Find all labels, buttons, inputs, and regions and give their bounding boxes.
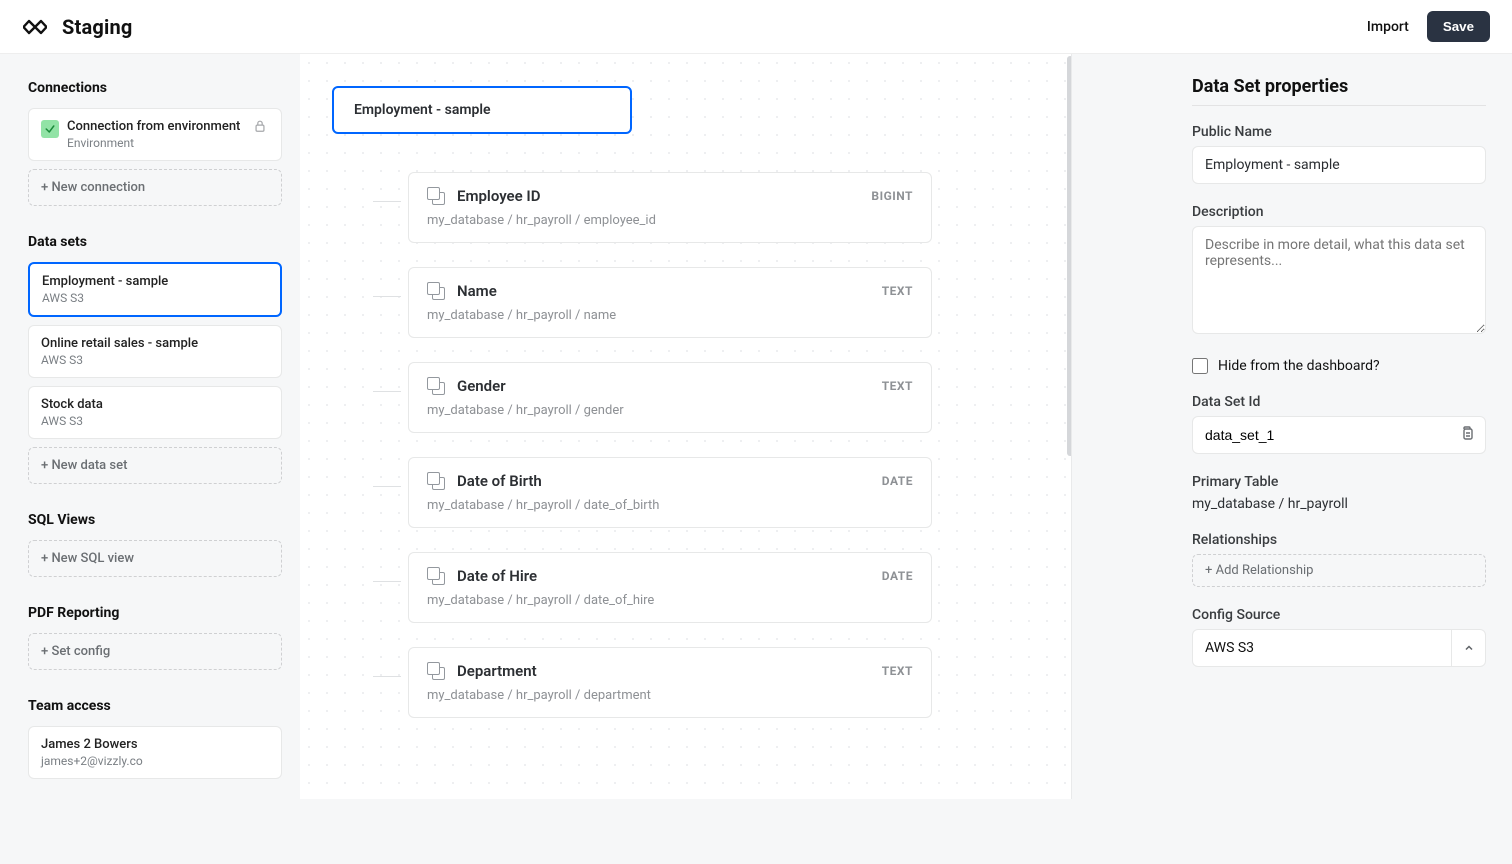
- add-relationship-button[interactable]: + Add Relationship: [1192, 554, 1486, 587]
- lock-icon: [253, 119, 267, 137]
- relationships-label: Relationships: [1192, 532, 1486, 548]
- field-type: BIGINT: [871, 189, 913, 203]
- public-name-label: Public Name: [1192, 124, 1486, 140]
- field-node[interactable]: Date of Birth DATE my_database / hr_payrol…: [408, 457, 932, 528]
- primary-table-label: Primary Table: [1192, 474, 1486, 490]
- field-name: Date of Birth: [457, 472, 542, 490]
- field-type: DATE: [882, 474, 913, 488]
- config-source-label: Config Source: [1192, 607, 1486, 623]
- scrollbar[interactable]: [1067, 56, 1072, 456]
- dataset-item[interactable]: Employment - sample AWS S3: [28, 262, 282, 317]
- field-name: Name: [457, 282, 497, 300]
- save-button[interactable]: Save: [1427, 11, 1490, 42]
- app-logo: [22, 14, 48, 40]
- field-path: my_database / hr_payroll / name: [427, 308, 913, 323]
- team-heading: Team access: [28, 698, 282, 714]
- dataset-node-title: Employment - sample: [354, 102, 491, 118]
- description-input[interactable]: [1192, 226, 1486, 334]
- public-name-input[interactable]: [1192, 146, 1486, 184]
- new-sqlview-button[interactable]: + New SQL view: [28, 540, 282, 577]
- stack-icon: [427, 282, 445, 300]
- field-type: TEXT: [882, 379, 913, 393]
- field-node[interactable]: Name TEXT my_database / hr_payroll / name: [408, 267, 932, 338]
- properties-panel: Data Set properties Public Name Descript…: [1182, 54, 1512, 864]
- pdf-config-button[interactable]: + Set config: [28, 633, 282, 670]
- field-type: TEXT: [882, 284, 913, 298]
- new-dataset-button[interactable]: + New data set: [28, 447, 282, 484]
- dataset-item[interactable]: Online retail sales - sample AWS S3: [28, 325, 282, 378]
- field-path: my_database / hr_payroll / date_of_birth: [427, 498, 913, 513]
- dataset-name: Online retail sales - sample: [41, 336, 269, 351]
- hide-checkbox[interactable]: [1192, 358, 1208, 374]
- page-title: Staging: [62, 15, 133, 39]
- connection-subtitle: Environment: [67, 136, 240, 150]
- team-email: james+2@vizzly.co: [41, 754, 269, 768]
- properties-heading: Data Set properties: [1192, 76, 1486, 97]
- field-name: Employee ID: [457, 187, 541, 205]
- field-path: my_database / hr_payroll / gender: [427, 403, 913, 418]
- field-name: Department: [457, 662, 537, 680]
- team-member[interactable]: James 2 Bowers james+2@vizzly.co: [28, 726, 282, 779]
- dataset-source: AWS S3: [41, 414, 269, 428]
- dataset-id-input[interactable]: [1193, 417, 1449, 453]
- field-type: TEXT: [882, 664, 913, 678]
- field-node[interactable]: Gender TEXT my_database / hr_payroll / gen…: [408, 362, 932, 433]
- stack-icon: [427, 472, 445, 490]
- sidebar: Connections Connection from environment …: [0, 54, 300, 864]
- dataset-node[interactable]: Employment - sample: [332, 86, 632, 134]
- dataset-source: AWS S3: [42, 291, 268, 305]
- clipboard-icon[interactable]: [1449, 425, 1485, 445]
- datasets-heading: Data sets: [28, 234, 282, 250]
- stack-icon: [427, 662, 445, 680]
- dataset-name: Stock data: [41, 397, 269, 412]
- chevron-up-icon: [1451, 630, 1485, 666]
- primary-table-value: my_database / hr_payroll: [1192, 496, 1486, 512]
- field-node[interactable]: Employee ID BIGINT my_database / hr_payrol…: [408, 172, 932, 243]
- field-name: Gender: [457, 377, 506, 395]
- new-connection-button[interactable]: + New connection: [28, 169, 282, 206]
- dataset-name: Employment - sample: [42, 274, 268, 289]
- dataset-id-label: Data Set Id: [1192, 394, 1486, 410]
- hide-label: Hide from the dashboard?: [1218, 358, 1380, 374]
- field-path: my_database / hr_payroll / department: [427, 688, 913, 703]
- field-type: DATE: [882, 569, 913, 583]
- check-icon: [41, 120, 59, 138]
- stack-icon: [427, 377, 445, 395]
- import-button[interactable]: Import: [1367, 19, 1409, 35]
- field-path: my_database / hr_payroll / date_of_hire: [427, 593, 913, 608]
- dataset-item[interactable]: Stock data AWS S3: [28, 386, 282, 439]
- dataset-source: AWS S3: [41, 353, 269, 367]
- stack-icon: [427, 187, 445, 205]
- description-label: Description: [1192, 204, 1486, 220]
- canvas-area: Employment - sample Employee ID BIGINT my_…: [300, 54, 1182, 864]
- connection-item[interactable]: Connection from environment Environment: [28, 108, 282, 161]
- field-path: my_database / hr_payroll / employee_id: [427, 213, 913, 228]
- sqlviews-heading: SQL Views: [28, 512, 282, 528]
- connection-title: Connection from environment: [67, 119, 240, 134]
- field-node[interactable]: Department TEXT my_database / hr_payroll /…: [408, 647, 932, 718]
- top-bar: Staging Import Save: [0, 0, 1512, 54]
- config-source-select[interactable]: AWS S3: [1192, 629, 1486, 667]
- pdf-heading: PDF Reporting: [28, 605, 282, 621]
- field-node[interactable]: Date of Hire DATE my_database / hr_payroll…: [408, 552, 932, 623]
- stack-icon: [427, 567, 445, 585]
- field-name: Date of Hire: [457, 567, 537, 585]
- team-name: James 2 Bowers: [41, 737, 269, 752]
- connections-heading: Connections: [28, 80, 282, 96]
